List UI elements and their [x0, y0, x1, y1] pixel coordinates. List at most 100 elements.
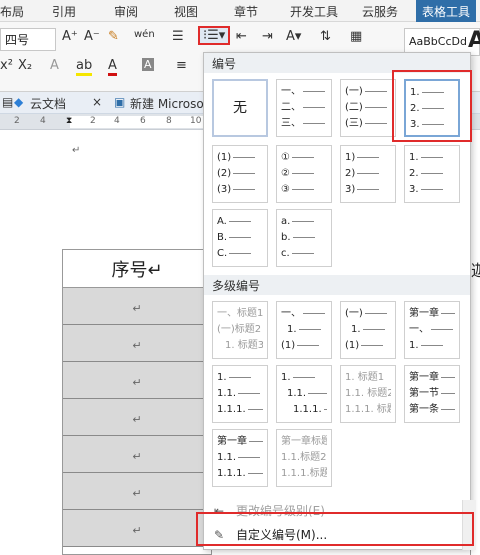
option-line: 第一章标题1: [281, 436, 327, 447]
tab-sections[interactable]: 章节: [234, 3, 258, 20]
ruler-number: 4: [114, 116, 120, 126]
increase-indent-icon[interactable]: ⇥: [262, 29, 273, 44]
numbering-option-none[interactable]: 无: [212, 79, 268, 137]
numbering-option-lower-alpha[interactable]: a. b. c.: [276, 209, 332, 267]
text-effect-button[interactable]: A: [50, 58, 59, 73]
option-line: 1.: [281, 370, 327, 386]
font-size-select[interactable]: 四号: [0, 28, 56, 51]
ruler-number: 2: [90, 116, 96, 126]
align-left-icon[interactable]: ≡: [176, 58, 187, 73]
numbering-option-right-paren[interactable]: 1) 2) 3): [340, 145, 396, 203]
option-line: 3.: [409, 182, 455, 198]
highlight-button[interactable]: ab: [76, 58, 93, 76]
option-line: (1): [281, 338, 327, 354]
ruler-number: 4: [40, 116, 46, 126]
char-border-button[interactable]: A: [142, 58, 154, 71]
table-row[interactable]: ↵: [63, 325, 211, 362]
close-tab-icon[interactable]: ×: [92, 95, 102, 109]
option-line: 1.1.1.标题3: [281, 468, 327, 479]
multilevel-option[interactable]: (一) 1. (1): [340, 301, 396, 359]
tab-layout[interactable]: 布局: [0, 3, 24, 20]
table-row[interactable]: ↵: [63, 399, 211, 436]
clear-format-icon[interactable]: ✎: [108, 29, 119, 44]
multilevel-option[interactable]: 第一章 一、 1.: [404, 301, 460, 359]
option-line: ②: [281, 166, 327, 182]
multilevel-option[interactable]: 一、 1. (1): [276, 301, 332, 359]
table-icon[interactable]: ▦: [350, 29, 362, 44]
option-line: (三): [345, 116, 391, 132]
option-line: 1.: [409, 338, 455, 354]
option-line: 第一章: [217, 434, 263, 450]
section-header-multilevel: 多级编号: [204, 275, 470, 295]
option-line: 一、: [409, 322, 455, 338]
option-line: (一): [345, 306, 391, 322]
option-line: 第一章: [409, 306, 455, 322]
ruler-number: 6: [140, 116, 146, 126]
tab-developer[interactable]: 开发工具: [290, 3, 338, 20]
document-table[interactable]: 序号↵ ↵ ↵ ↵ ↵ ↵ ↵ ↵: [62, 249, 212, 555]
option-line: 第一节: [409, 386, 455, 402]
big-style-a[interactable]: A: [468, 28, 480, 53]
indent-marker-icon[interactable]: ⧗: [66, 116, 72, 126]
shrink-font-button[interactable]: A⁻: [84, 29, 100, 44]
option-line: (一): [345, 84, 391, 100]
table-row[interactable]: ↵: [63, 288, 211, 325]
option-line: 1.: [409, 150, 455, 166]
table-row[interactable]: ↵: [63, 362, 211, 399]
tab-cloud[interactable]: 云服务: [362, 3, 398, 20]
numbering-option-upper-alpha[interactable]: A. B. C.: [212, 209, 268, 267]
option-line: 2.: [409, 166, 455, 182]
numbering-button-icon[interactable]: ⁝☰▾: [197, 26, 231, 45]
table-row[interactable]: ↵: [63, 473, 211, 510]
cloud-doc-icon: ◆: [14, 95, 24, 109]
option-line: B.: [217, 230, 263, 246]
numbering-option-paren-chinese[interactable]: (一) (二) (三): [340, 79, 396, 137]
option-line: 1.: [281, 322, 327, 338]
multilevel-option[interactable]: 1. 1.1. 1.1.1.: [212, 365, 268, 423]
option-line: 1. 标题3: [225, 340, 263, 351]
option-line: (1): [217, 150, 263, 166]
option-line: 3): [345, 182, 391, 198]
multilevel-option[interactable]: 第一章标题1 1.1.标题2 1.1.1.标题3: [276, 429, 332, 487]
subscript-button[interactable]: X₂: [18, 58, 32, 73]
multilevel-option[interactable]: 1. 1.1. 1.1.1.: [276, 365, 332, 423]
tab-table-tools[interactable]: 表格工具: [416, 0, 477, 22]
grow-font-button[interactable]: A⁺: [62, 29, 78, 44]
font-color-button[interactable]: A: [108, 58, 117, 76]
sidebar-toggle-icon[interactable]: ▤: [2, 95, 13, 109]
decrease-indent-icon[interactable]: ⇤: [236, 29, 247, 44]
option-line: 一、标题1: [217, 308, 263, 319]
doc-tab-new[interactable]: 新建 Microso: [130, 95, 204, 112]
bullets-icon[interactable]: ☰: [172, 29, 184, 44]
tab-review[interactable]: 审阅: [114, 3, 138, 20]
option-line: 1.1.1.: [217, 402, 263, 418]
option-line: 1.1. 标题2: [345, 388, 391, 399]
option-line: 1.1.: [217, 450, 263, 466]
text-size-icon[interactable]: A▾: [286, 29, 301, 44]
option-line: 2): [345, 166, 391, 182]
tab-view[interactable]: 视图: [174, 3, 198, 20]
numbering-option-chinese[interactable]: 一、 二、 三、: [276, 79, 332, 137]
multilevel-option[interactable]: 1. 标题1 1.1. 标题2 1.1.1. 标题3: [340, 365, 396, 423]
option-line: 1.1.1. 标题3: [345, 404, 391, 415]
option-line: ①: [281, 150, 327, 166]
phonetic-guide-button[interactable]: wén: [134, 29, 155, 40]
ribbon-tab-bar: 布局 引用 审阅 视图 章节 开发工具 云服务 表格工具: [0, 0, 480, 22]
option-line: 1.1.: [217, 386, 263, 402]
table-header-cell[interactable]: 序号↵: [63, 250, 211, 288]
table-row[interactable]: ↵: [63, 436, 211, 473]
multilevel-option[interactable]: 第一章 1.1. 1.1.1.: [212, 429, 268, 487]
tab-references[interactable]: 引用: [52, 3, 76, 20]
table-row[interactable]: ↵: [63, 510, 211, 547]
numbering-option-paren-number[interactable]: (1) (2) (3): [212, 145, 268, 203]
numbering-option-circled[interactable]: ① ② ③: [276, 145, 332, 203]
doc-tab-cloud[interactable]: 云文档: [30, 95, 66, 112]
option-line: 第一章: [409, 370, 455, 386]
multilevel-option[interactable]: 一、标题1 (一)标题2 1. 标题3: [212, 301, 268, 359]
sort-icon[interactable]: ⇅: [320, 29, 331, 44]
multilevel-option[interactable]: 第一章 第一节 第一条: [404, 365, 460, 423]
option-line: 1.1.1.: [281, 402, 327, 418]
superscript-button[interactable]: x²: [0, 58, 13, 73]
word-doc-icon: ▣: [114, 95, 126, 109]
numbering-option-decimal-2[interactable]: 1. 2. 3.: [404, 145, 460, 203]
